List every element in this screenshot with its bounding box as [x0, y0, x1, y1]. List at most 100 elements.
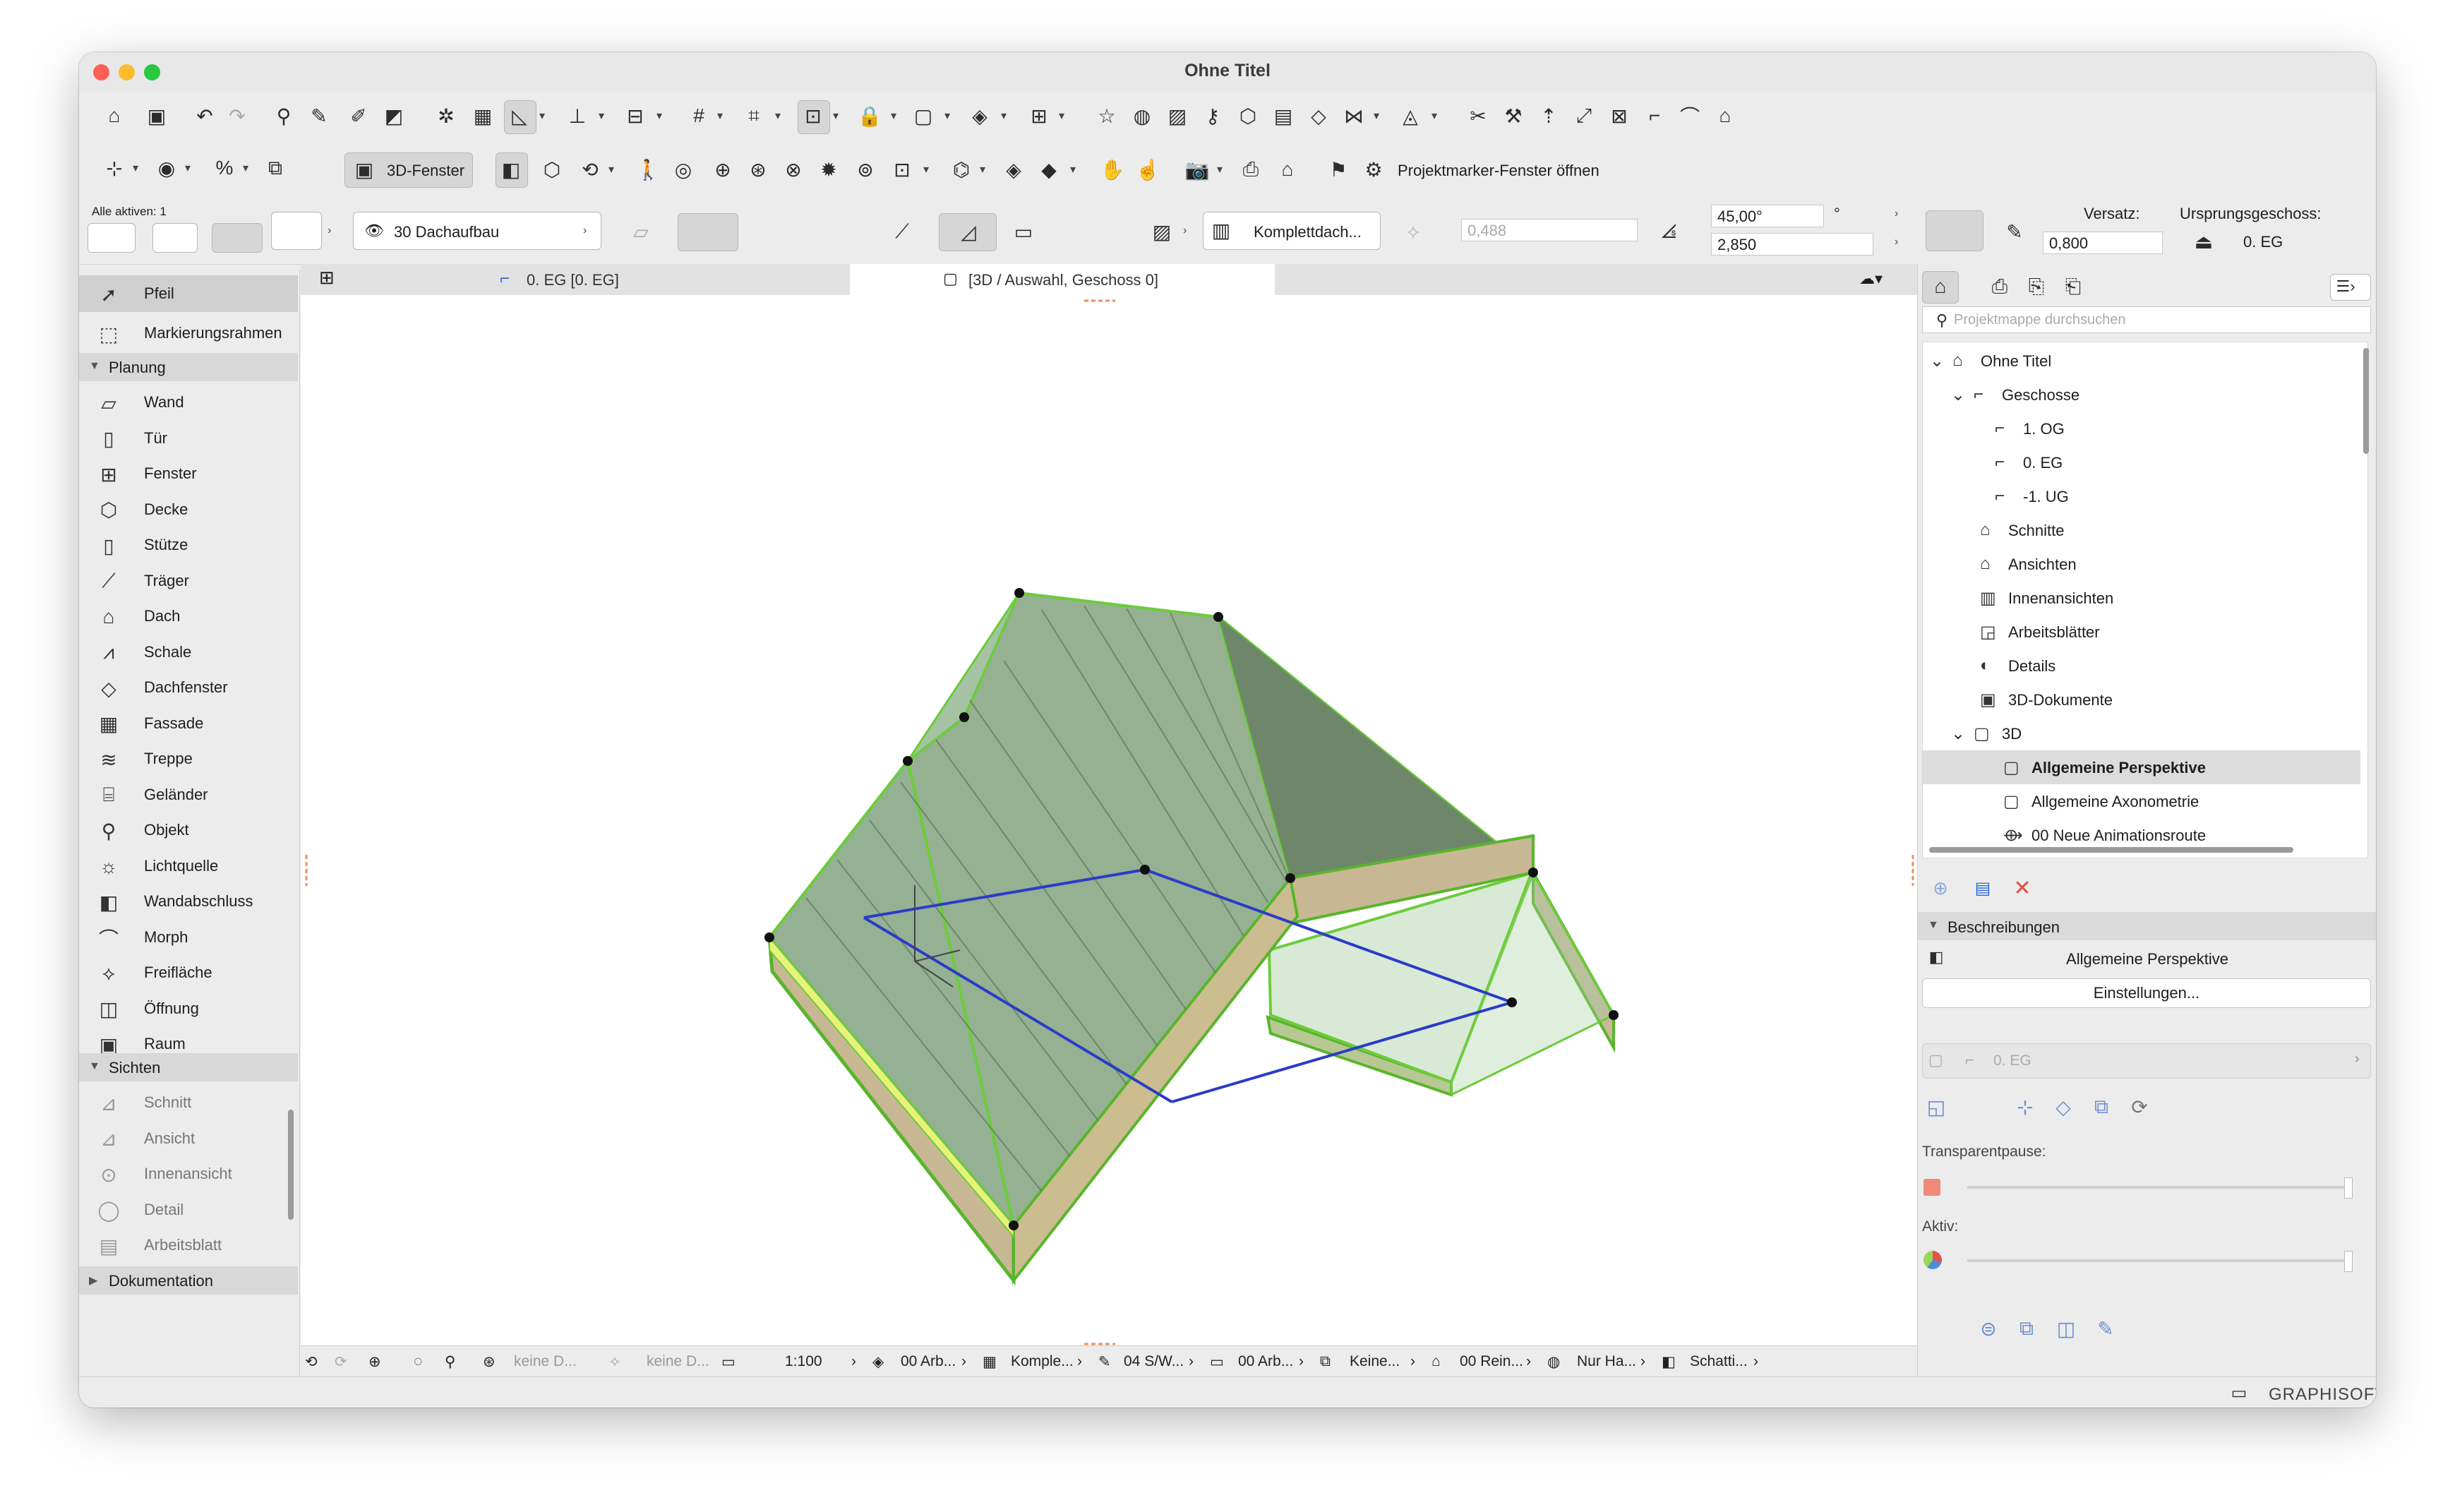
find-select-icon[interactable]: ⚲ [270, 102, 298, 130]
chevron-right-icon[interactable]: › [1895, 236, 1898, 248]
marquee-type-button[interactable] [152, 223, 198, 253]
tab-overview-icon[interactable]: ⊞ [319, 267, 335, 289]
chevron-right-icon[interactable]: › [1410, 1353, 1415, 1370]
chevron-down-icon[interactable]: ▾ [1001, 109, 1007, 123]
view-tool-item[interactable]: ◯ Detail [79, 1192, 298, 1228]
save-icon[interactable]: ▣ [143, 102, 171, 130]
tool-item[interactable]: ⌒ Morph [79, 919, 298, 956]
schedule-icon[interactable]: ▤ [1269, 102, 1297, 130]
arrange-icon[interactable]: ⊞ [1025, 102, 1053, 130]
hand-icon[interactable]: ✋ [1098, 155, 1127, 184]
move-view-icon[interactable]: ⊹ [2011, 1093, 2039, 1121]
chevron-down-icon[interactable]: ▾ [608, 162, 614, 176]
chevron-down-icon[interactable]: ▾ [1070, 162, 1076, 176]
tab-menu-icon[interactable]: ☁▾ [1859, 270, 1883, 288]
tree-item[interactable]: ⌂ Schnitte [1923, 513, 2360, 547]
settings-button[interactable]: Einstellungen... [1922, 978, 2371, 1008]
offset-field[interactable]: 0,800 [2043, 232, 2163, 254]
refresh-icon[interactable]: ⟳ [2125, 1093, 2154, 1121]
tree-item[interactable]: ⌂ Ansichten [1923, 547, 2360, 581]
tree-item[interactable]: ⌄ ▢ 3D [1923, 716, 2360, 750]
person-icon[interactable]: ⚲ [445, 1353, 455, 1371]
tool-item[interactable]: ◫ Öffnung [79, 990, 298, 1027]
transparency-slider-thumb[interactable] [2344, 1177, 2353, 1199]
tool-item[interactable]: ▦ Fassade [79, 705, 298, 742]
project-marker-label[interactable]: Projektmarker-Fenster öffnen [1398, 162, 1599, 180]
chevron-right-icon[interactable]: › [1640, 1353, 1645, 1370]
marker-icon[interactable]: ⚑ [1324, 155, 1352, 184]
chevron-down-icon[interactable]: ▾ [923, 162, 929, 176]
transparency-slider[interactable] [1967, 1186, 2348, 1189]
tree-item[interactable]: ▥ Innenansichten [1923, 581, 2360, 615]
surface-paint-icon[interactable]: ◈ [966, 102, 994, 130]
explore-icon[interactable]: ◎ [669, 155, 697, 184]
house-outline-icon[interactable]: ⌂ [1711, 102, 1739, 130]
chevron-down-icon[interactable]: ▾ [133, 161, 138, 175]
chevron-down-icon[interactable]: ▾ [944, 109, 950, 123]
view-tool-item[interactable]: ⊙ Innenansicht [79, 1156, 298, 1192]
zoom-fit-icon[interactable]: ⊛ [483, 1353, 496, 1371]
tool-item[interactable]: ⟋ Träger [79, 563, 298, 599]
layer-combination[interactable]: 00 Arb... [901, 1353, 956, 1370]
tree-item[interactable]: ◐ Details [1923, 649, 2360, 683]
tab-3d[interactable]: ▢ [3D / Auswahl, Geschoss 0] [850, 264, 1275, 296]
chevron-down-icon[interactable]: ▾ [1431, 109, 1437, 123]
active-slider-thumb[interactable] [2344, 1251, 2353, 1272]
tool-item[interactable]: ⌸ Geländer [79, 776, 298, 813]
tool-item[interactable]: ▯ Stütze [79, 527, 298, 563]
rotate-view-icon[interactable]: ⟲ [305, 1353, 318, 1371]
renovation-filter[interactable]: 00 Rein... [1460, 1353, 1523, 1370]
view-tool-item[interactable]: ▤ Arbeitsblatt [79, 1227, 298, 1264]
image-icon[interactable]: ▨ [1163, 102, 1192, 130]
lock-icon[interactable]: 🔒 [856, 102, 884, 130]
add-view-icon[interactable]: ⊕ [1926, 874, 1955, 902]
tool-item[interactable]: ⟡ Freifläche [79, 954, 298, 991]
chevron-right-icon[interactable]: › [1895, 208, 1898, 220]
navigator-search-input[interactable]: Projektmappe durchsuchen [1922, 306, 2371, 333]
key-icon[interactable]: ⚷ [1199, 102, 1227, 130]
selection-box-icon[interactable]: ⊡ [888, 155, 916, 184]
origin-story-value[interactable]: 0. EG [2243, 233, 2283, 251]
3d-style-icon[interactable]: ⊗ [779, 155, 808, 184]
chevron-down-icon[interactable]: ▾ [775, 109, 781, 123]
selection-method-button[interactable] [88, 223, 136, 253]
tree-item[interactable]: ⌐ -1. UG [1923, 479, 2360, 513]
publisher-icon[interactable]: ⎗ [2059, 272, 2087, 301]
layout-book-icon[interactable]: ⎘ [2022, 272, 2051, 301]
redo-icon[interactable]: ↷ [223, 102, 251, 130]
pencil-ruler-icon[interactable]: ✎ [2000, 217, 2029, 246]
wrench-icon[interactable]: ⚒ [1499, 102, 1527, 130]
tilt-icon[interactable]: ▭ [1009, 217, 1038, 246]
section-views[interactable]: ▼ Sichten [79, 1053, 298, 1081]
home-icon[interactable]: ⌂ [100, 102, 128, 130]
toolbox-scrollbar[interactable] [288, 1110, 294, 1220]
partial-structure[interactable]: Nur Ha... [1577, 1353, 1636, 1370]
tab-floorplan[interactable]: ⌐ 0. EG [0. EG] [301, 264, 709, 295]
clone-view-icon[interactable]: ◇ [2049, 1093, 2077, 1121]
chevron-right-icon[interactable]: › [1077, 1353, 1082, 1370]
copy-action-icon[interactable]: ⧉ [2012, 1314, 2041, 1343]
tree-vertical-scrollbar[interactable] [2363, 348, 2369, 454]
chevron-right-icon[interactable]: › [1526, 1353, 1531, 1370]
sun-study-icon[interactable]: ⌂ [1273, 155, 1302, 184]
3d-viewport[interactable] [301, 295, 1917, 1375]
photo-render-icon[interactable]: ⎙ [1237, 155, 1265, 184]
chevron-right-icon[interactable]: › [851, 1353, 856, 1370]
surfaces-icon[interactable]: ⊚ [851, 155, 880, 184]
chevron-down-icon[interactable]: ▾ [539, 109, 545, 123]
height-field[interactable]: 2,850 [1711, 233, 1873, 256]
structure-display[interactable]: Komple... [1011, 1353, 1074, 1370]
view-filter-icon[interactable]: ⋈ [1340, 102, 1368, 130]
chevron-right-icon[interactable]: › [1183, 224, 1187, 237]
tree-item[interactable]: ◲ Arbeitsblätter [1923, 615, 2360, 649]
tool-item[interactable]: ▱ Wand [79, 384, 298, 421]
chevron-down-icon[interactable]: ▾ [980, 162, 985, 176]
color-swatch[interactable] [1923, 1179, 1940, 1196]
tool-item[interactable]: ⚲ Objekt [79, 812, 298, 848]
cutting-planes-icon[interactable]: ⊕ [709, 155, 737, 184]
curve-icon[interactable]: ⌒ [1676, 102, 1704, 130]
duplicate-icon[interactable]: ⧉ [261, 154, 289, 182]
surface-catalog-icon[interactable]: ◍ [1128, 102, 1156, 130]
percent-icon[interactable]: % [210, 154, 239, 182]
renovation-icon[interactable]: ⬡ [1234, 102, 1262, 130]
